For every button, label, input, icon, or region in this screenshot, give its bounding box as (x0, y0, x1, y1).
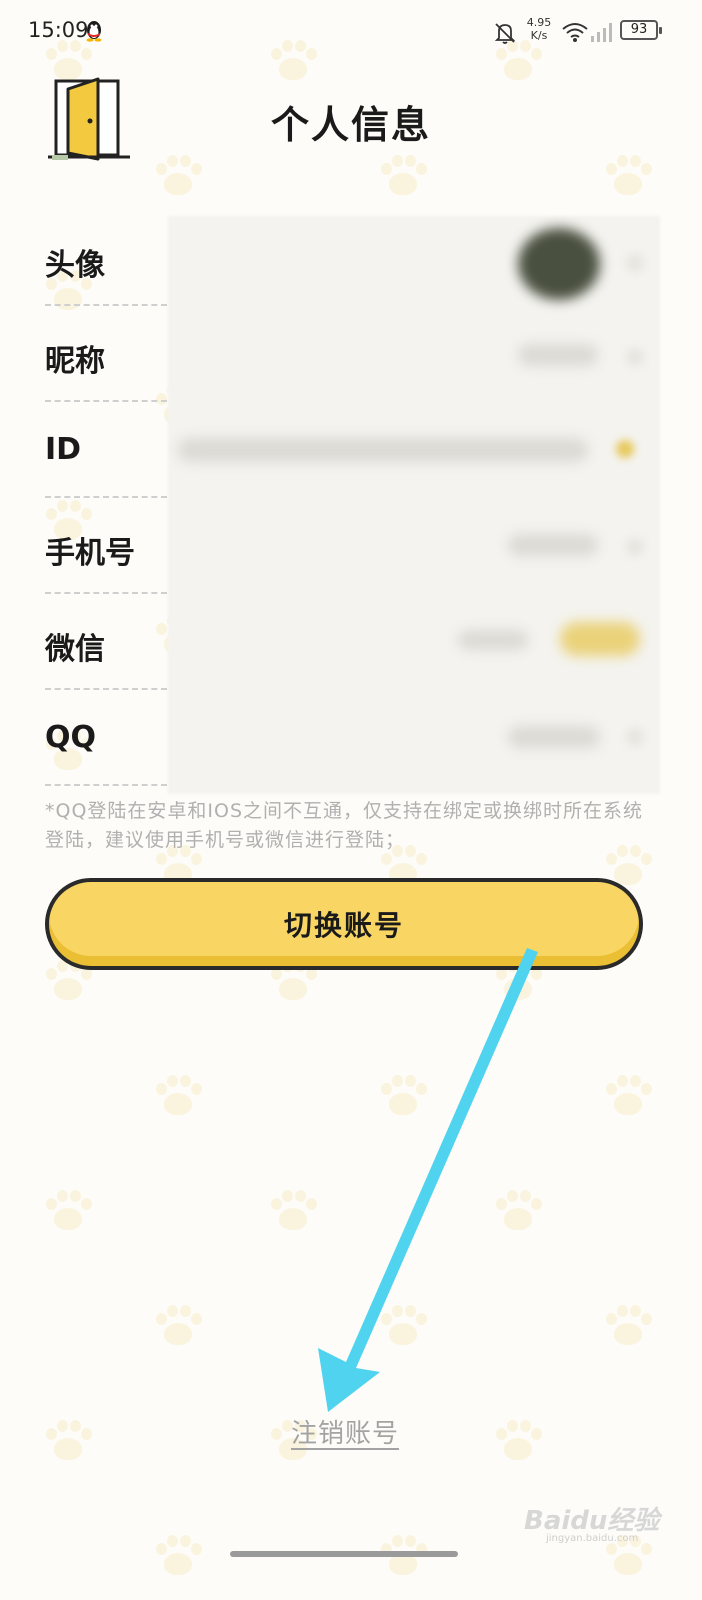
network-speed-unit: K/s (530, 29, 548, 42)
cancel-account-link[interactable]: 注销账号 (291, 1413, 399, 1450)
battery-level: 93 (630, 22, 648, 37)
paw-print (265, 1190, 321, 1234)
row-nickname[interactable]: 昵称 (0, 306, 702, 402)
paw-print (600, 1305, 656, 1349)
row-phone[interactable]: 手机号 (0, 498, 702, 594)
baidu-watermark: Baidu经验 jingyan.baidu.com (524, 1500, 674, 1544)
bell-off-icon (494, 23, 516, 44)
paw-print (375, 1305, 431, 1349)
qq-penguin-icon (86, 21, 102, 42)
divider (45, 784, 167, 786)
switch-account-label: 切换账号 (283, 909, 404, 942)
paw-print (490, 1190, 546, 1234)
home-indicator[interactable] (230, 1551, 458, 1557)
paw-print (40, 1420, 96, 1464)
paw-print (150, 1305, 206, 1349)
paw-print (600, 155, 656, 199)
row-label: 微信 (45, 632, 105, 667)
watermark-sub: jingyan.baidu.com (546, 1533, 639, 1544)
row-id[interactable]: ID (0, 402, 702, 498)
paw-print (375, 1075, 431, 1119)
paw-print (375, 1535, 431, 1579)
network-speed: 4.95 K/s (524, 16, 554, 42)
signal-strength-icon (591, 23, 612, 42)
wifi-icon (562, 23, 588, 42)
watermark-main: Baidu经验 (524, 1506, 660, 1536)
paw-print (490, 1420, 546, 1464)
row-avatar[interactable]: 头像 (0, 210, 702, 306)
paw-print (40, 1190, 96, 1234)
status-time: 15:09 (28, 18, 89, 42)
row-label: 昵称 (45, 344, 105, 379)
battery-indicator: 93 (620, 20, 662, 40)
paw-print (375, 155, 431, 199)
row-label: 头像 (45, 248, 105, 283)
switch-account-button[interactable]: 切换账号 (45, 878, 643, 970)
qq-login-note: *QQ登陆在安卓和IOS之间不互通，仅支持在绑定或换绑时所在系统登陆，建议使用手… (45, 800, 644, 851)
row-label: 手机号 (45, 536, 135, 571)
paw-print (150, 155, 206, 199)
paw-print (600, 1075, 656, 1119)
row-label: ID (45, 432, 82, 467)
row-qq[interactable]: QQ (0, 690, 702, 786)
row-label: QQ (45, 720, 97, 755)
row-wechat[interactable]: 微信 (0, 594, 702, 690)
network-speed-value: 4.95 (526, 16, 552, 29)
paw-print (150, 1535, 206, 1579)
status-bar: 15:09 4.95 K/s 93 (0, 0, 702, 62)
paw-print (150, 1075, 206, 1119)
page-title: 个人信息 (270, 103, 431, 147)
